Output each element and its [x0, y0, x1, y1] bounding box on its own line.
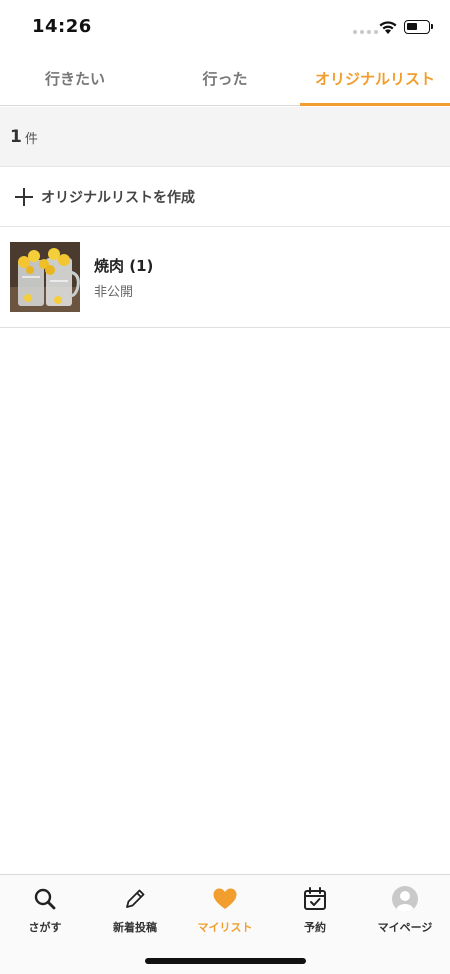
cellular-signal-icon	[353, 30, 378, 34]
tab-original-list[interactable]: オリジナルリスト	[300, 52, 450, 106]
nav-my-list-label: マイリスト	[197, 921, 253, 934]
nav-search-label: さがす	[28, 921, 62, 934]
avatar-icon	[392, 886, 418, 912]
list-count-bar: 1 件	[0, 107, 450, 167]
create-list-label: オリジナルリストを作成	[41, 189, 195, 206]
list-count-number: 1	[10, 126, 22, 147]
list-item-title: 焼肉 (1)	[94, 256, 154, 275]
battery-cap	[431, 24, 433, 29]
tab-want-to-go[interactable]: 行きたい	[0, 52, 150, 105]
pencil-icon	[126, 889, 145, 908]
nav-search[interactable]: さがす	[0, 875, 90, 974]
calendar-icon	[304, 887, 326, 910]
battery-icon	[404, 20, 430, 34]
home-indicator[interactable]	[145, 958, 306, 964]
list-thumbnail	[10, 242, 80, 312]
tab-visited[interactable]: 行った	[150, 52, 300, 105]
list-item-visibility: 非公開	[94, 284, 134, 300]
search-icon	[34, 888, 56, 910]
create-list-button[interactable]: オリジナルリストを作成	[0, 167, 450, 227]
wifi-icon	[379, 21, 397, 34]
status-time: 14:26	[32, 16, 92, 37]
heart-icon	[213, 888, 237, 909]
lemon-sour-photo	[10, 242, 80, 312]
list-count-unit: 件	[24, 132, 38, 147]
list-tabs: 行きたい 行った オリジナルリスト	[0, 52, 450, 106]
nav-new-posts-label: 新着投稿	[113, 921, 157, 934]
plus-icon	[14, 187, 34, 207]
status-bar: 14:26	[0, 0, 450, 52]
list-item[interactable]: 焼肉 (1) 非公開	[0, 227, 450, 328]
nav-my-page-label: マイページ	[377, 921, 433, 934]
nav-my-page[interactable]: マイページ	[360, 875, 450, 974]
list-item-text: 焼肉 (1) 非公開	[94, 255, 153, 300]
nav-reservation-label: 予約	[304, 921, 326, 934]
